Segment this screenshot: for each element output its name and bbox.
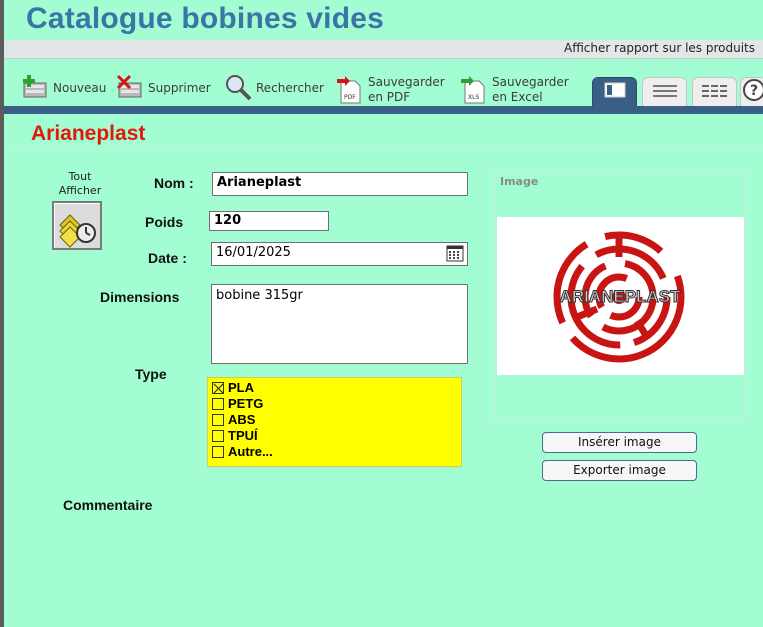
tab-form-view[interactable] (592, 77, 637, 107)
checkbox[interactable] (212, 446, 224, 458)
calendar-icon[interactable] (446, 245, 464, 266)
show-all-label: Tout Afficher (58, 170, 102, 197)
dimensions-label: Dimensions (100, 289, 180, 305)
save-excel-label-2: en Excel (492, 90, 543, 104)
help-icon: ? (742, 79, 763, 105)
name-field[interactable]: Arianeplast (212, 172, 468, 196)
type-option-tpu[interactable]: TPUÍ (212, 428, 457, 444)
show-all-button[interactable] (52, 201, 102, 250)
date-field[interactable]: 16/01/2025 (211, 242, 468, 266)
form-view-icon (604, 82, 626, 102)
record-title: Arianeplast (31, 122, 146, 145)
weight-label: Poids (145, 214, 184, 230)
export-image-button[interactable]: Exporter image (542, 460, 697, 481)
search-button[interactable]: Rechercher (223, 70, 324, 106)
dimensions-field[interactable]: bobine 315gr (211, 284, 468, 364)
type-label: Type (135, 366, 167, 382)
type-option-abs[interactable]: ABS (212, 412, 457, 428)
tab-grid-view[interactable] (692, 77, 737, 107)
new-button-label: Nouveau (53, 81, 107, 95)
new-button[interactable]: Nouveau (20, 70, 106, 106)
tab-list-view[interactable] (642, 77, 687, 107)
svg-text:XLS: XLS (468, 94, 479, 101)
app-title: Catalogue bobines vides (26, 2, 385, 35)
delete-button[interactable]: Supprimer (115, 70, 211, 106)
checkbox[interactable] (212, 414, 224, 426)
date-label: Date : (148, 250, 187, 266)
save-pdf-button[interactable]: PDF Sauvegarder en PDF (335, 72, 445, 108)
date-value: 16/01/2025 (216, 245, 291, 260)
pdf-file-icon: PDF (335, 75, 365, 105)
svg-text:PDF: PDF (344, 94, 356, 101)
type-option-other[interactable]: Autre... (212, 444, 457, 460)
name-label: Nom : (154, 175, 194, 191)
image-label: Image (500, 175, 539, 188)
checkbox[interactable] (212, 398, 224, 410)
search-button-label: Rechercher (256, 81, 324, 95)
arianeplast-logo: ARIANEPLAST (553, 231, 685, 363)
checkbox-checked[interactable] (212, 382, 224, 394)
excel-file-icon: XLS (459, 75, 489, 105)
svg-text:ARIANEPLAST: ARIANEPLAST (560, 287, 682, 306)
list-view-icon (652, 83, 677, 102)
search-icon (223, 73, 253, 103)
show-all-icon (54, 214, 100, 252)
grid-view-icon (701, 83, 728, 102)
checkbox[interactable] (212, 430, 224, 442)
weight-field[interactable]: 120 (209, 211, 329, 231)
save-excel-button[interactable]: XLS Sauvegarder en Excel (459, 72, 569, 108)
save-excel-label-1: Sauvegarder (492, 75, 569, 89)
product-image: ARIANEPLAST (497, 217, 744, 375)
toolbar-divider (4, 106, 763, 114)
help-button[interactable]: ? (740, 77, 763, 107)
insert-image-button[interactable]: Insérer image (542, 432, 697, 453)
save-pdf-label-1: Sauvegarder (368, 75, 445, 89)
delete-button-label: Supprimer (148, 81, 211, 95)
type-option-pla[interactable]: PLA (212, 380, 457, 396)
type-option-petg[interactable]: PETG (212, 396, 457, 412)
save-pdf-label-2: en PDF (368, 90, 411, 104)
add-record-icon (20, 73, 50, 103)
report-link[interactable]: Afficher rapport sur les produits (564, 41, 755, 55)
type-checkbox-group: PLA PETG ABS TPUÍ Autre... (207, 377, 462, 467)
title-separator (4, 148, 763, 149)
comment-label: Commentaire (63, 497, 153, 513)
svg-text:?: ? (749, 83, 757, 99)
delete-record-icon (115, 73, 145, 103)
